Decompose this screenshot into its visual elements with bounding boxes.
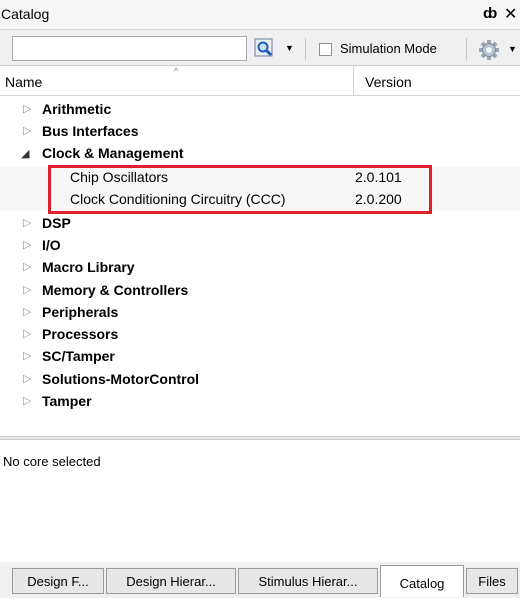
tree-category-label: Clock & Management bbox=[42, 145, 184, 161]
tree-category-bus-interfaces[interactable]: ▷ Bus Interfaces bbox=[0, 121, 520, 143]
expand-arrow-icon[interactable]: ▷ bbox=[23, 102, 31, 115]
tab-catalog[interactable]: Catalog bbox=[380, 565, 464, 597]
pin-icon[interactable]: ȸ bbox=[483, 5, 497, 22]
chevron-down-icon: ▼ bbox=[508, 44, 517, 54]
settings-button[interactable]: ▼ bbox=[478, 39, 518, 61]
column-header-name-label: Name bbox=[5, 74, 43, 90]
pane-splitter[interactable] bbox=[0, 436, 520, 440]
tree-category-io[interactable]: ▷ I/O bbox=[0, 235, 520, 257]
tree-category-tamper[interactable]: ▷ Tamper bbox=[0, 391, 520, 413]
toolbar-separator bbox=[466, 38, 467, 60]
tree-category-memory-controllers[interactable]: ▷ Memory & Controllers bbox=[0, 280, 520, 302]
bottom-tab-bar: Design F... Design Hierar... Stimulus Hi… bbox=[0, 562, 520, 598]
tab-stimulus-hierarchy[interactable]: Stimulus Hierar... bbox=[238, 568, 378, 594]
tree-category-label: Solutions-MotorControl bbox=[42, 371, 200, 387]
column-header-name[interactable]: ^ Name bbox=[0, 66, 354, 96]
expand-arrow-icon[interactable]: ▷ bbox=[23, 394, 31, 407]
core-details-status: No core selected bbox=[3, 454, 101, 469]
expand-arrow-icon[interactable]: ▷ bbox=[23, 124, 31, 137]
expand-arrow-icon[interactable]: ▷ bbox=[23, 372, 31, 385]
expand-arrow-icon[interactable]: ▷ bbox=[23, 216, 31, 229]
toolbar-separator bbox=[305, 38, 306, 60]
tree-category-label: Peripherals bbox=[42, 304, 119, 320]
collapse-arrow-icon[interactable]: ◢ bbox=[21, 147, 29, 160]
tree-category-label: Memory & Controllers bbox=[42, 282, 189, 298]
tree-category-clock-management[interactable]: ◢ Clock & Management bbox=[0, 143, 520, 165]
column-header: ^ Name Version bbox=[0, 66, 520, 96]
tree-category-label: Processors bbox=[42, 326, 119, 342]
tree-category-sc-tamper[interactable]: ▷ SC/Tamper bbox=[0, 346, 520, 368]
expand-arrow-icon[interactable]: ▷ bbox=[23, 283, 31, 296]
sort-ascending-icon: ^ bbox=[174, 66, 179, 76]
tree-category-peripherals[interactable]: ▷ Peripherals bbox=[0, 302, 520, 324]
column-header-version[interactable]: Version bbox=[355, 66, 520, 96]
expand-arrow-icon[interactable]: ▷ bbox=[23, 327, 31, 340]
tree-category-label: I/O bbox=[42, 237, 61, 253]
catalog-toolbar: ▼ Simulation Mode ▼ bbox=[0, 30, 520, 66]
tab-files[interactable]: Files bbox=[466, 568, 518, 594]
tab-design-hierarchy[interactable]: Design Hierar... bbox=[106, 568, 236, 594]
panel-titlebar: Catalog ȸ ✕ bbox=[0, 0, 520, 30]
tree-category-label: Macro Library bbox=[42, 259, 135, 275]
simulation-mode-label: Simulation Mode bbox=[340, 41, 437, 56]
tree-category-label: DSP bbox=[42, 215, 71, 231]
tree-category-solutions-motorcontrol[interactable]: ▷ Solutions-MotorControl bbox=[0, 369, 520, 391]
search-button[interactable]: ▼ bbox=[252, 37, 296, 60]
tree-category-dsp[interactable]: ▷ DSP bbox=[0, 213, 520, 235]
tree-category-label: Bus Interfaces bbox=[42, 123, 139, 139]
tree-category-label: SC/Tamper bbox=[42, 348, 115, 364]
close-icon[interactable]: ✕ bbox=[504, 4, 517, 24]
expand-arrow-icon[interactable]: ▷ bbox=[23, 260, 31, 273]
tree-category-processors[interactable]: ▷ Processors bbox=[0, 324, 520, 346]
expand-arrow-icon[interactable]: ▷ bbox=[23, 238, 31, 251]
tree-category-macro-library[interactable]: ▷ Macro Library bbox=[0, 257, 520, 279]
search-icon bbox=[254, 38, 273, 57]
tree-category-arithmetic[interactable]: ▷ Arithmetic bbox=[0, 99, 520, 121]
tree-category-label: Arithmetic bbox=[42, 101, 112, 117]
simulation-mode-checkbox[interactable] bbox=[319, 43, 332, 56]
expand-arrow-icon[interactable]: ▷ bbox=[23, 305, 31, 318]
panel-title: Catalog bbox=[1, 6, 50, 22]
tab-design-flow[interactable]: Design F... bbox=[12, 568, 104, 594]
chevron-down-icon: ▼ bbox=[285, 43, 294, 53]
highlight-annotation-box bbox=[48, 165, 432, 214]
gear-icon bbox=[479, 40, 499, 60]
column-header-version-label: Version bbox=[365, 74, 412, 90]
search-input[interactable] bbox=[12, 36, 247, 61]
tree-category-label: Tamper bbox=[42, 393, 92, 409]
expand-arrow-icon[interactable]: ▷ bbox=[23, 349, 31, 362]
